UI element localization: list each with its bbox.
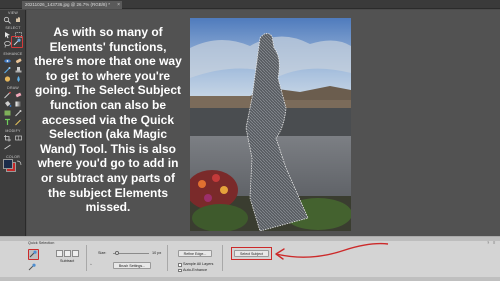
foreground-color-swatch[interactable]: [3, 159, 13, 169]
document-tab-bar: 20211026_143736.jpg @ 26.7% (RGB/8) * ×: [0, 0, 500, 9]
tool-options-title: Quick Selection: [28, 241, 55, 245]
sponge-tool-icon[interactable]: [3, 75, 12, 83]
toolbar-section-select: SELECT: [5, 26, 21, 30]
subtract-label: Subtract: [60, 259, 75, 263]
brush-settings-button[interactable]: Brush Settings...: [113, 262, 151, 269]
photoshop-elements-window: 20211026_143736.jpg @ 26.7% (RGB/8) * × …: [0, 0, 500, 281]
brush-tool-icon[interactable]: [3, 91, 12, 99]
eye-tool-icon[interactable]: [3, 57, 12, 65]
toolbar-section-draw: DRAW: [7, 86, 19, 90]
brush-size-slider[interactable]: [113, 251, 149, 256]
sample-all-layers-label: Sample All Layers: [183, 262, 214, 266]
zoom-tool-icon[interactable]: [3, 16, 12, 24]
select-subject-button[interactable]: Select Subject: [234, 250, 269, 257]
document-photo[interactable]: [190, 18, 351, 231]
toolbar-section-modify: MODIFY: [5, 129, 21, 133]
crop-tool-icon[interactable]: [3, 134, 12, 142]
recompose-tool-icon[interactable]: [14, 134, 23, 142]
quick-selection-icon[interactable]: [13, 38, 22, 46]
auto-enhance-checkbox[interactable]: [178, 268, 182, 272]
close-icon[interactable]: ×: [117, 1, 120, 9]
tools-panel: VIEW SELECT ENHANCE DRAW MODIFY COLOR: [0, 10, 26, 236]
tutorial-caption: As with so many of Elements' functions, …: [34, 25, 182, 215]
photo-scene: [190, 18, 351, 231]
auto-enhance-label: Auto-Enhance: [183, 267, 208, 272]
blur-tool-icon[interactable]: [14, 75, 23, 83]
quick-selection-icon[interactable]: [28, 263, 37, 271]
pencil-tool-icon[interactable]: [14, 118, 23, 126]
options-divider: [222, 245, 223, 271]
subtract-selection-icon[interactable]: [72, 250, 79, 257]
swap-colors-icon[interactable]: [15, 159, 24, 167]
eyedropper-icon[interactable]: [14, 109, 23, 117]
brush-size-value: 10 px: [152, 251, 162, 255]
paint-bucket-icon[interactable]: [3, 100, 12, 108]
options-divider: [86, 245, 87, 271]
toolbar-section-view: VIEW: [8, 11, 18, 15]
options-divider: [167, 245, 168, 271]
document-tab-title: 20211026_143736.jpg @ 26.7% (RGB/8) *: [25, 2, 111, 7]
menu-icon[interactable]: ≡: [493, 240, 495, 245]
tool-options-active-icon[interactable]: [28, 249, 39, 260]
help-icon[interactable]: ?: [487, 240, 489, 245]
add-to-selection-icon[interactable]: [64, 250, 71, 257]
status-strip: [0, 277, 500, 281]
straighten-tool-icon[interactable]: [3, 143, 12, 151]
size-label: Size:: [98, 251, 107, 255]
document-tab[interactable]: 20211026_143736.jpg @ 26.7% (RGB/8) * ×: [22, 1, 122, 9]
options-bar-header: [0, 237, 500, 241]
toolbar-section-enhance: ENHANCE: [3, 52, 23, 56]
new-selection-icon[interactable]: [56, 250, 63, 257]
eraser-tool-icon[interactable]: [14, 91, 23, 99]
shape-tool-icon[interactable]: [3, 109, 12, 117]
hand-tool-icon[interactable]: [14, 16, 23, 24]
refine-edge-button[interactable]: Refine Edge...: [178, 250, 212, 257]
clone-stamp-icon[interactable]: [14, 66, 23, 74]
smart-brush-icon[interactable]: [3, 66, 12, 74]
sample-all-layers-checkbox[interactable]: [178, 263, 182, 267]
brush-preview-icon: ◦: [90, 262, 92, 268]
gradient-tool-icon[interactable]: [14, 100, 23, 108]
spot-healing-icon[interactable]: [14, 57, 23, 65]
type-tool-icon[interactable]: [3, 118, 12, 126]
